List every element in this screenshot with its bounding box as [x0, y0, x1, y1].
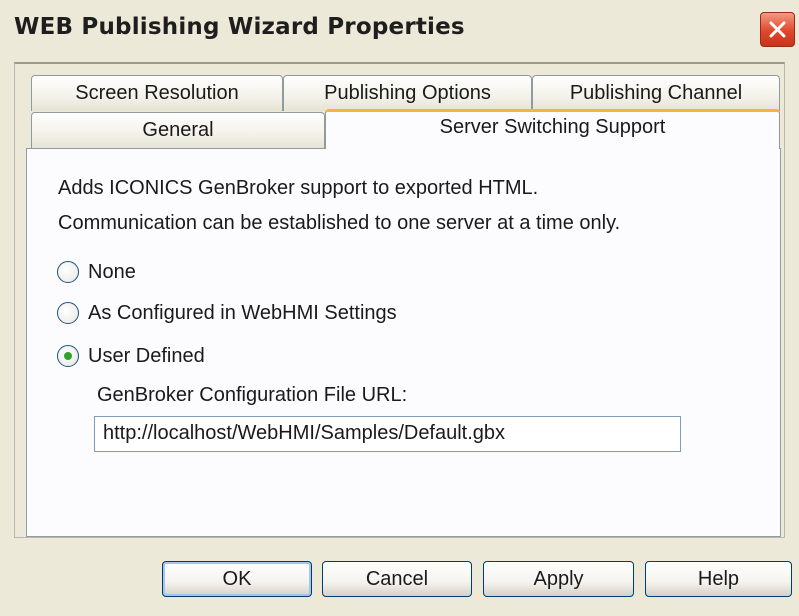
radio-button-as-configured[interactable]	[57, 302, 79, 324]
help-button[interactable]: Help	[645, 561, 792, 597]
description-line-2: Communication can be established to one …	[58, 212, 621, 234]
close-icon	[769, 21, 786, 38]
title-bar[interactable]: WEB Publishing Wizard Properties	[0, 0, 799, 62]
radio-label-none[interactable]: None	[88, 258, 136, 286]
url-field-label: GenBroker Configuration File URL:	[97, 384, 408, 406]
radio-selected-dot	[64, 352, 72, 360]
tab-screen-resolution[interactable]: Screen Resolution	[31, 75, 283, 111]
radio-button-user-defined[interactable]	[57, 345, 79, 367]
tab-publishing-options[interactable]: Publishing Options	[283, 75, 532, 111]
tab-general[interactable]: General	[31, 112, 325, 148]
window-title: WEB Publishing Wizard Properties	[14, 14, 465, 40]
tab-content-server-switching: Adds ICONICS GenBroker support to export…	[26, 148, 781, 537]
tab-publishing-channel[interactable]: Publishing Channel	[532, 75, 780, 111]
properties-dialog: WEB Publishing Wizard Properties Screen …	[0, 0, 799, 616]
description-line-1: Adds ICONICS GenBroker support to export…	[58, 177, 539, 199]
close-button[interactable]	[760, 12, 795, 47]
apply-button[interactable]: Apply	[483, 561, 634, 597]
radio-label-as-configured[interactable]: As Configured in WebHMI Settings	[88, 299, 397, 327]
cancel-button[interactable]: Cancel	[322, 561, 472, 597]
radio-label-user-defined[interactable]: User Defined	[88, 342, 205, 370]
radio-button-none[interactable]	[57, 261, 79, 283]
ok-button[interactable]: OK	[162, 561, 312, 597]
tab-server-switching-support[interactable]: Server Switching Support	[325, 109, 780, 149]
genbroker-url-field[interactable]: http://localhost/WebHMI/Samples/Default.…	[94, 416, 681, 452]
